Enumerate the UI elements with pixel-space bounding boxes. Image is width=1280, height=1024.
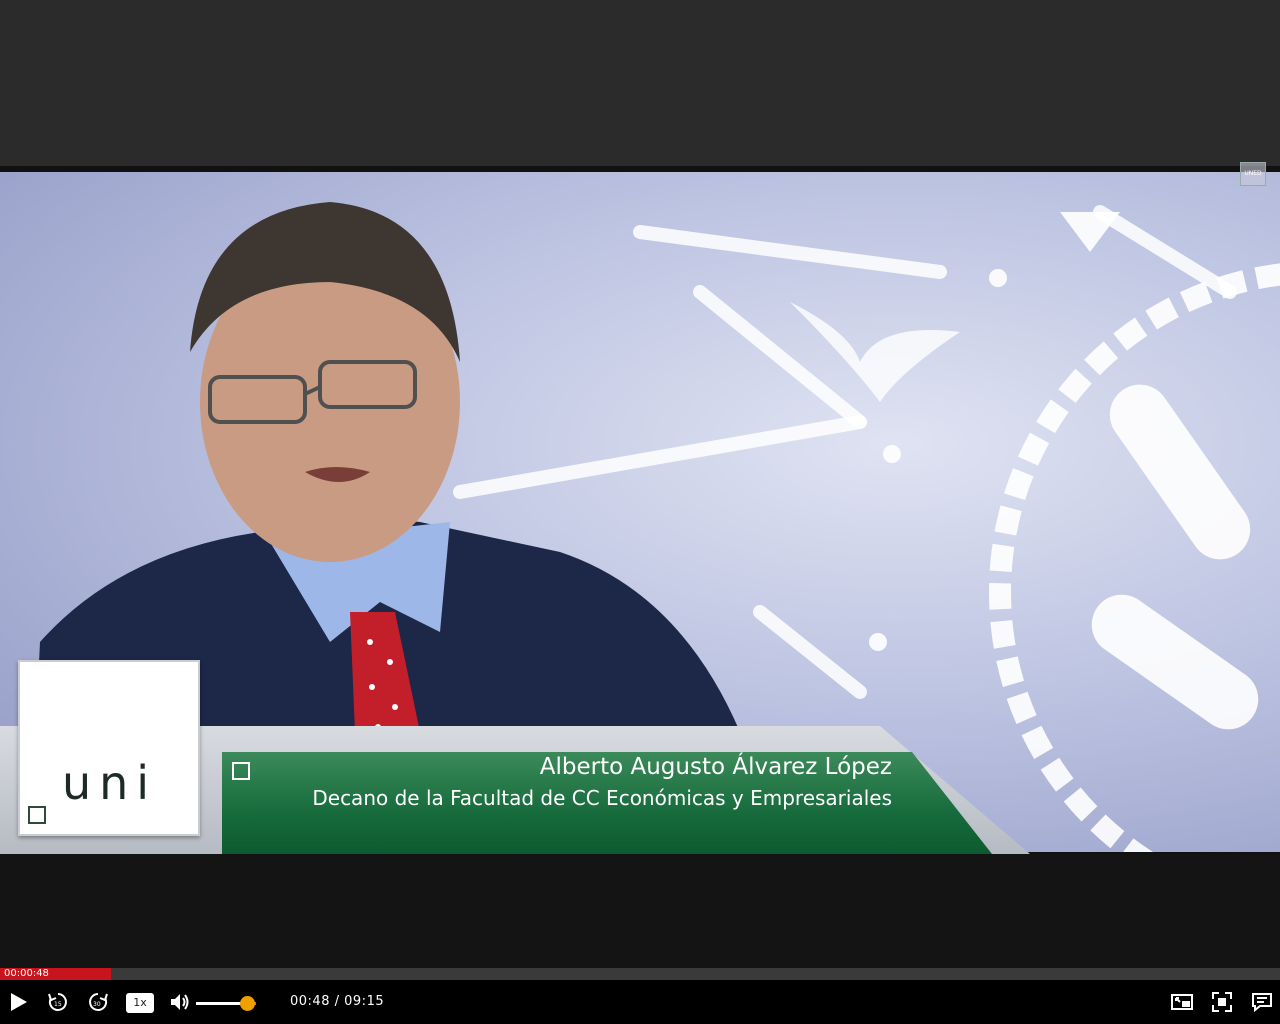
play-button[interactable] [8, 990, 30, 1014]
mute-button[interactable] [168, 990, 192, 1014]
rewind-15-icon: 15 [48, 993, 67, 1011]
svg-text:30: 30 [93, 1001, 101, 1008]
time-display: 00:48 / 09:15 [290, 994, 384, 1009]
bottom-letterbox [0, 854, 1280, 968]
top-letterbox [0, 0, 1280, 166]
play-icon [11, 993, 27, 1011]
captions-icon [1252, 993, 1272, 1013]
banner-square-icon [232, 762, 250, 780]
captions-button[interactable] [1250, 990, 1274, 1014]
progress-time-label: 00:00:48 [4, 968, 49, 979]
fullscreen-icon [1212, 992, 1232, 1012]
rewind-button[interactable]: 15 [46, 990, 70, 1014]
duration: 09:15 [344, 994, 385, 1009]
fullscreen-button[interactable] [1210, 990, 1234, 1014]
forward-30-icon: 30 [89, 993, 108, 1011]
channel-logo: uni [18, 660, 200, 836]
logo-square-icon [28, 806, 46, 824]
svg-text:15: 15 [54, 1001, 62, 1008]
progress-bar[interactable]: 00:00:48 [0, 968, 1280, 980]
speaker-title: Decano de la Facultad de CC Económicas y… [312, 786, 892, 810]
speaker-name: Alberto Augusto Álvarez López [539, 754, 892, 780]
picture-in-picture-button[interactable] [1170, 990, 1194, 1014]
name-banner: Alberto Augusto Álvarez López Decano de … [222, 752, 992, 854]
playback-speed-button[interactable]: 1x [126, 993, 154, 1013]
forward-button[interactable]: 30 [86, 990, 110, 1014]
volume-handle[interactable] [240, 996, 255, 1011]
volume-icon [171, 994, 189, 1010]
uned-watermark: UNED [1240, 162, 1266, 186]
player-controls: 15 30 1x 00:48 / 09:15 [0, 980, 1280, 1024]
picture-in-picture-icon [1171, 994, 1193, 1010]
channel-logo-text: uni [62, 756, 158, 810]
time-separator: / [334, 994, 340, 1009]
current-time: 00:48 [290, 994, 330, 1009]
volume-slider[interactable] [196, 996, 256, 1011]
